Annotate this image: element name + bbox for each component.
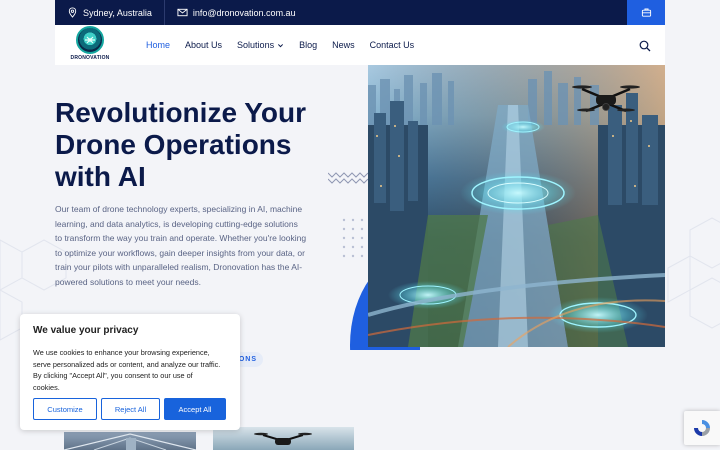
nav-menu: Home About Us Solutions Blog News Contac… bbox=[146, 25, 414, 65]
hero-city-drone-image bbox=[368, 65, 665, 347]
nav-item-about-us[interactable]: About Us bbox=[185, 40, 222, 50]
cookie-buttons: Customize Reject All Accept All bbox=[33, 398, 226, 420]
recaptcha-icon bbox=[694, 420, 710, 436]
nav-item-blog[interactable]: Blog bbox=[299, 40, 317, 50]
cookie-title: We value your privacy bbox=[33, 325, 139, 336]
envelope-icon bbox=[177, 8, 188, 17]
nav-item-home[interactable]: Home bbox=[146, 40, 170, 50]
search-icon bbox=[639, 40, 651, 52]
search-button[interactable] bbox=[639, 39, 651, 52]
dronovation-logo[interactable]: DRONOVATION bbox=[71, 26, 109, 64]
top-info-bar: Sydney, Australia info@dronovation.com.a… bbox=[55, 0, 665, 25]
recaptcha-badge[interactable] bbox=[684, 411, 720, 445]
hero-title: Revolutionize Your Drone Operations with… bbox=[55, 97, 306, 192]
reject-all-button[interactable]: Reject All bbox=[101, 398, 160, 420]
briefcase-icon bbox=[641, 8, 651, 17]
chevron-down-icon bbox=[278, 43, 284, 47]
location-info: Sydney, Australia bbox=[55, 0, 165, 25]
email-text: info@dronovation.com.au bbox=[192, 7, 296, 18]
cookie-consent-banner: We value your privacy We use cookies to … bbox=[20, 314, 240, 430]
solution-thumbnail-1[interactable] bbox=[64, 432, 196, 450]
customize-button[interactable]: Customize bbox=[33, 398, 97, 420]
location-text: Sydney, Australia bbox=[83, 7, 152, 18]
drone-image bbox=[254, 432, 312, 445]
solution-thumbnail-2[interactable] bbox=[213, 427, 354, 450]
accept-all-button[interactable]: Accept All bbox=[164, 398, 226, 420]
nav-item-contact-us[interactable]: Contact Us bbox=[370, 40, 415, 50]
main-navigation: DRONOVATION Home About Us Solutions Blog… bbox=[55, 25, 665, 65]
email-link[interactable]: info@dronovation.com.au bbox=[165, 0, 308, 25]
facility-image bbox=[64, 433, 196, 450]
cookie-message: We use cookies to enhance your browsing … bbox=[33, 348, 221, 393]
logo-emblem bbox=[76, 26, 104, 54]
zigzag-decoration bbox=[328, 172, 368, 184]
nav-item-solutions[interactable]: Solutions bbox=[237, 40, 284, 50]
map-pin-icon bbox=[68, 7, 77, 18]
nav-item-news[interactable]: News bbox=[332, 40, 355, 50]
hero-description: Our team of drone technology experts, sp… bbox=[55, 204, 307, 287]
city-illustration bbox=[368, 65, 665, 347]
drone-emblem-icon bbox=[85, 36, 95, 44]
briefcase-button[interactable] bbox=[627, 0, 665, 25]
logo-text: DRONOVATION bbox=[70, 55, 110, 61]
